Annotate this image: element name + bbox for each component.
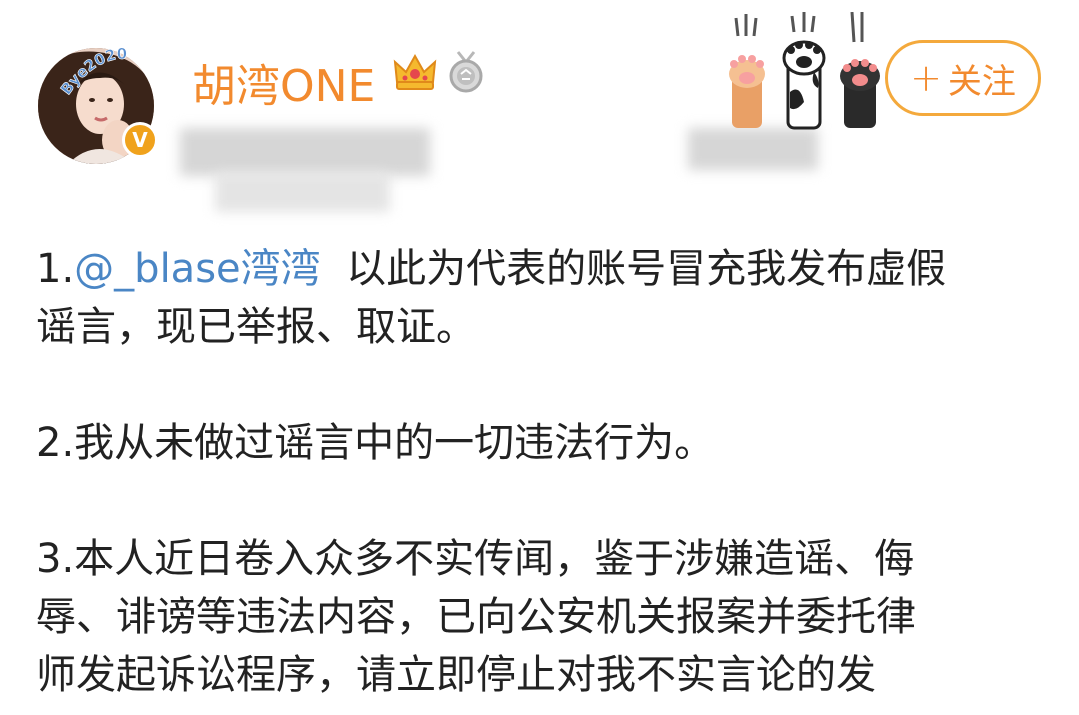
paragraph-2: 2.我从未做过谣言中的一切违法行为。 — [36, 414, 1046, 472]
verified-badge-icon: V — [122, 122, 158, 158]
svg-text:Bye2020: Bye2020 — [58, 45, 127, 98]
weibo-post: Bye2020 V 胡湾ONE + 关注 1.@_blase湾湾 以此为代表的账… — [0, 0, 1079, 715]
paragraph-3-line-1: 3.本人近日卷入众多不实传闻，鉴于涉嫌造谣、侮 — [36, 536, 915, 582]
crown-icon[interactable] — [393, 52, 437, 92]
paragraph-3-line-2: 辱、诽谤等违法内容，已向公安机关报案并委托律 — [36, 594, 916, 640]
follow-button-label: 关注 — [947, 61, 1016, 102]
paragraph-1-index: 1. — [36, 246, 75, 292]
orange-paw-icon — [729, 14, 765, 128]
paragraph-2-text: 2.我从未做过谣言中的一切违法行为。 — [36, 420, 715, 466]
follow-button[interactable]: + 关注 — [885, 40, 1041, 116]
post-body: 1.@_blase湾湾 以此为代表的账号冒充我发布虚假 谣言，现已举报、取证。 … — [36, 240, 1046, 704]
post-meta-redacted-2 — [215, 172, 390, 212]
black-paw-icon — [840, 12, 880, 128]
avatar-ring-label: Bye2020 — [58, 44, 128, 98]
paragraph-3: 3.本人近日卷入众多不实传闻，鉴于涉嫌造谣、侮 辱、诽谤等违法内容，已向公安机关… — [36, 530, 1046, 704]
medal-icon[interactable] — [446, 50, 486, 94]
plus-icon: + — [910, 56, 942, 100]
paragraph-1-line-2: 谣言，现已举报、取证。 — [36, 304, 476, 350]
avatar-frame-text: Bye2020 — [58, 44, 128, 98]
cow-paw-icon — [782, 12, 826, 130]
post-meta-redacted — [180, 128, 430, 176]
paragraph-1-line-1: 以此为代表的账号冒充我发布虚假 — [320, 246, 947, 292]
paragraph-3-line-3: 师发起诉讼程序，请立即停止对我不实言论的发 — [36, 652, 876, 698]
mention-link[interactable]: @_blase湾湾 — [74, 246, 320, 292]
username[interactable]: 胡湾ONE — [192, 50, 375, 114]
post-meta-redacted-3 — [688, 128, 818, 170]
paragraph-1: 1.@_blase湾湾 以此为代表的账号冒充我发布虚假 谣言，现已举报、取证。 — [36, 240, 1046, 356]
avatar-block[interactable]: Bye2020 V — [38, 38, 170, 170]
verified-mark: V — [132, 128, 148, 152]
